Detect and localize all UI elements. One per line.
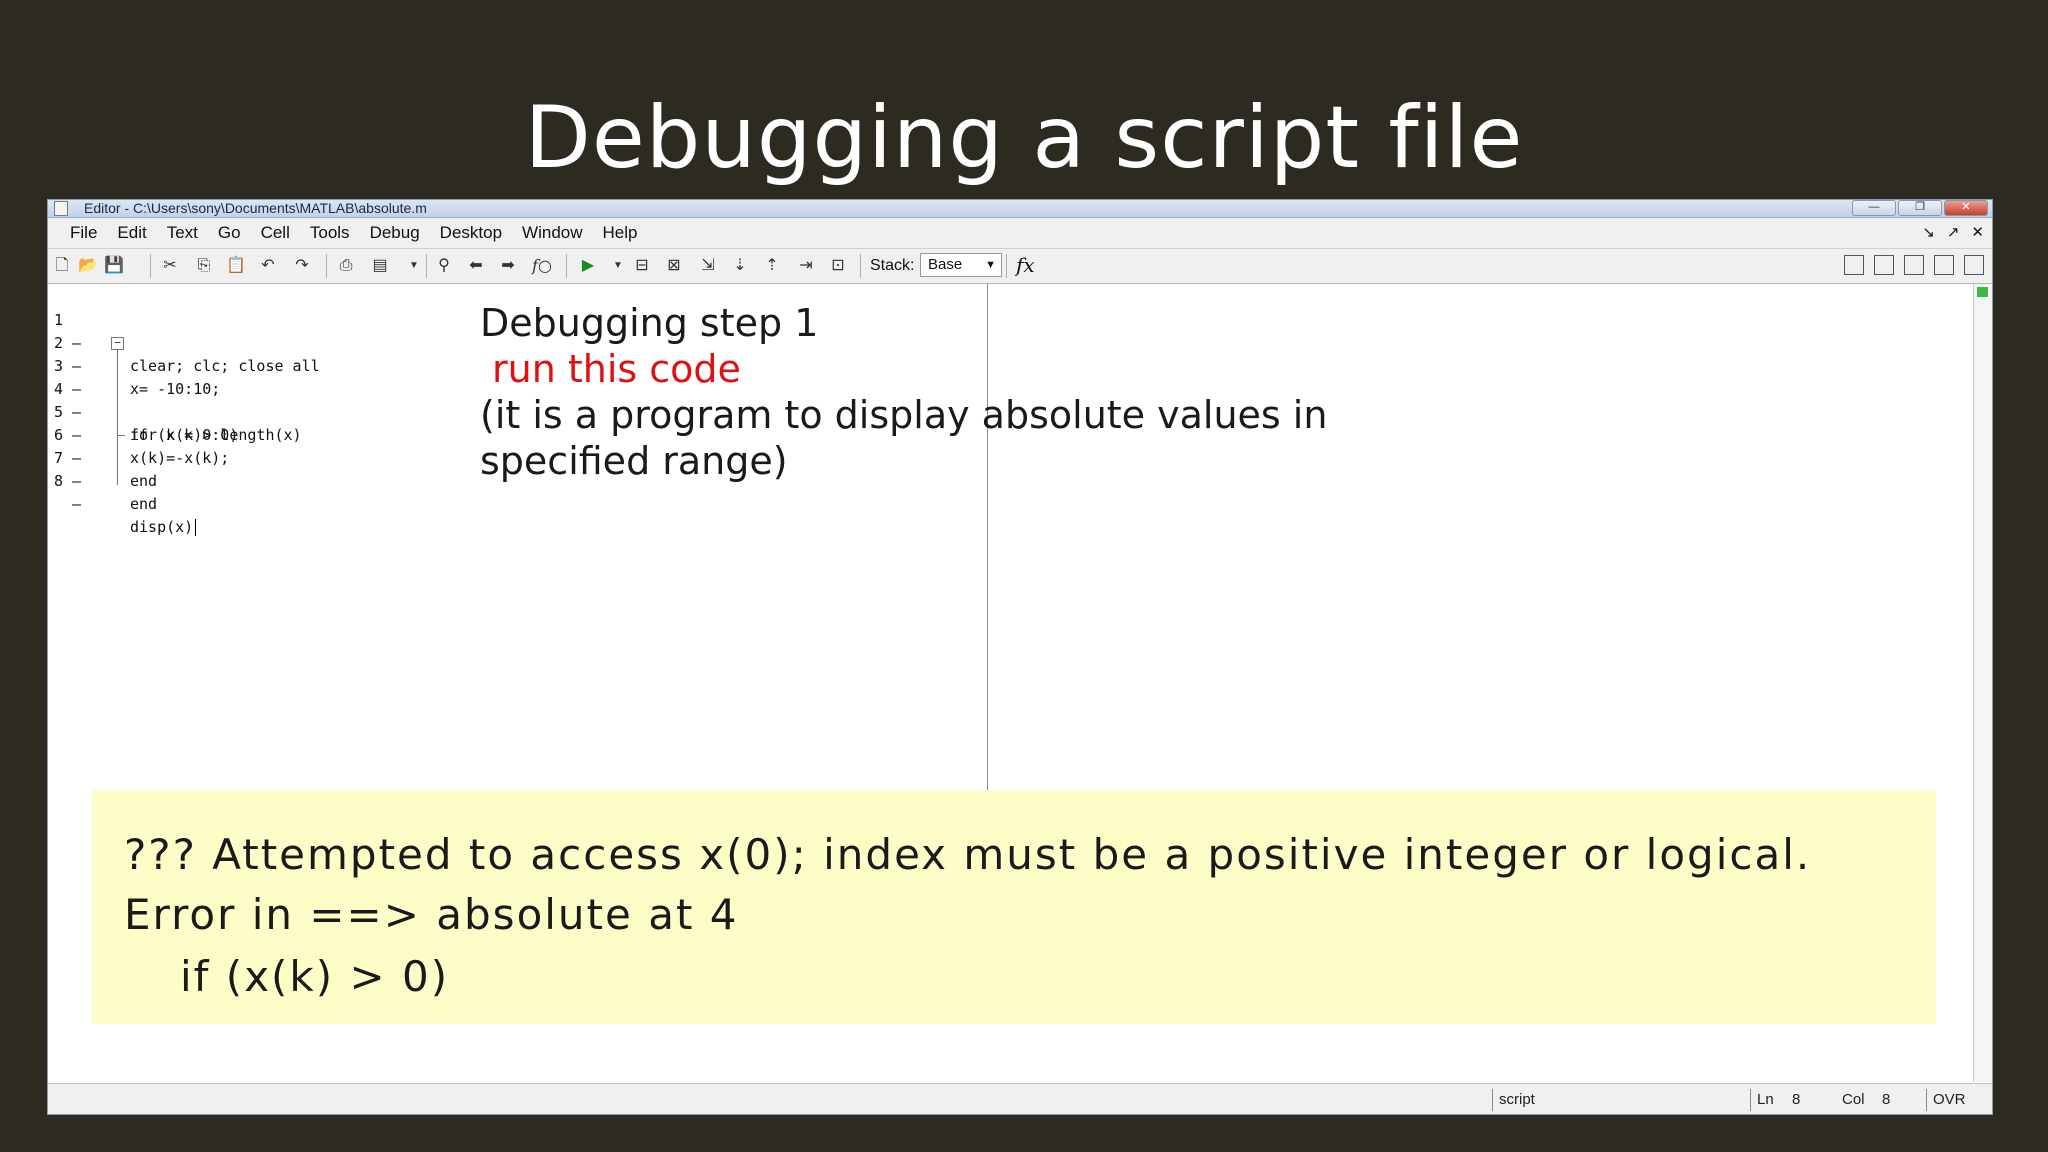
- code-line[interactable]: 4 – if (x(k)> 0): [48, 355, 238, 444]
- menu-text[interactable]: Text: [157, 223, 208, 243]
- undo-icon[interactable]: ↶: [258, 256, 278, 276]
- left-right-split-icon[interactable]: [1874, 255, 1894, 275]
- stack-select[interactable]: Base ▼: [920, 253, 1002, 277]
- menu-desktop[interactable]: Desktop: [430, 223, 512, 243]
- paste-icon[interactable]: 📋: [226, 256, 246, 276]
- tile-layout-icon[interactable]: [1844, 255, 1864, 275]
- code-text: x(k)=-x(k);: [130, 449, 230, 467]
- top-bottom-split-icon[interactable]: [1904, 255, 1924, 275]
- menu-file[interactable]: File: [60, 223, 107, 243]
- save-icon[interactable]: 💾: [104, 256, 124, 276]
- toolbar: 🗋 📂 💾 ✂ ⎘ 📋 ↶ ↷ ⎙ ▤ ▼ ⚲ ⬅ ➡ f○ ▶ ▼ ⊟ ⊠ ⇲…: [48, 249, 1992, 284]
- undock-arrow-icon[interactable]: ↘: [1922, 223, 1935, 241]
- code-line[interactable]: 1 – clear; clc; close all: [48, 286, 320, 375]
- print-options-icon[interactable]: ▤: [370, 256, 390, 276]
- code-text: disp(x): [130, 516, 197, 539]
- copy-icon[interactable]: ⎘: [194, 256, 214, 276]
- menu-tools[interactable]: Tools: [300, 223, 360, 243]
- slide-title: Debugging a script file: [524, 88, 1524, 188]
- line-number: 8: [54, 472, 64, 490]
- menu-debug[interactable]: Debug: [360, 223, 430, 243]
- note-action: run this code: [492, 347, 741, 391]
- chevron-down-icon: ▼: [985, 259, 996, 271]
- back-arrow-icon[interactable]: ⬅: [466, 256, 486, 276]
- open-folder-icon[interactable]: 📂: [78, 256, 98, 276]
- status-col-value: 8: [1882, 1091, 1891, 1108]
- scroll-indicator: [1977, 287, 1988, 297]
- close-button[interactable]: ✕: [1944, 200, 1988, 216]
- menu-cell[interactable]: Cell: [251, 223, 300, 243]
- clear-breakpoints-icon[interactable]: ⊠: [664, 256, 684, 276]
- code-line[interactable]: 2 – x= -10:10;: [48, 309, 220, 398]
- code-text: end: [130, 472, 158, 490]
- window-titlebar: Editor - C:\Users\sony\Documents\MATLAB\…: [48, 200, 1992, 218]
- code-text: clear; clc; close all: [130, 357, 320, 375]
- menu-window[interactable]: Window: [512, 223, 592, 243]
- status-mode: script: [1492, 1089, 1749, 1111]
- code-line[interactable]: 8 – disp(x): [48, 447, 197, 536]
- status-ln-label: Ln: [1750, 1089, 1797, 1111]
- find-binoculars-icon[interactable]: ⚲: [434, 256, 454, 276]
- note-description-line1: (it is a program to display absolute val…: [480, 393, 1328, 437]
- dock-arrow-icon[interactable]: ↗: [1947, 223, 1960, 241]
- run-dropdown-icon[interactable]: ▼: [608, 256, 628, 276]
- menu-edit[interactable]: Edit: [107, 223, 156, 243]
- code-text: if (x(k)> 0): [130, 426, 239, 444]
- step-out-icon[interactable]: ⇡: [762, 256, 782, 276]
- minimize-button[interactable]: —: [1852, 200, 1896, 216]
- debug-note: Debugging step 1 run this code (it is a …: [480, 300, 1520, 484]
- close-document-icon[interactable]: ✕: [1971, 223, 1984, 241]
- note-description-line2: specified range): [480, 439, 788, 483]
- step-icon[interactable]: ⇲: [698, 256, 718, 276]
- stack-select-value: Base: [928, 256, 963, 273]
- error-line-1: ??? Attempted to access x(0); index must…: [124, 830, 1812, 879]
- maximize-document-icon[interactable]: [1964, 255, 1984, 275]
- status-bar: script Ln 8 Col 8 OVR: [48, 1083, 1992, 1114]
- error-line-3: if (x(k) > 0): [180, 952, 450, 1001]
- new-file-icon[interactable]: 🗋: [52, 256, 72, 276]
- exit-debug-icon[interactable]: ⊡: [828, 256, 848, 276]
- menu-help[interactable]: Help: [593, 223, 648, 243]
- status-ln-value: 8: [1792, 1091, 1801, 1108]
- code-line[interactable]: 3 – − for k = 0:length(x): [48, 332, 302, 444]
- code-line[interactable]: 7 – end: [48, 424, 157, 513]
- cut-icon[interactable]: ✂: [160, 256, 180, 276]
- note-heading: Debugging step 1: [480, 301, 819, 345]
- step-in-icon[interactable]: ⇣: [730, 256, 750, 276]
- redo-icon[interactable]: ↷: [292, 256, 312, 276]
- vertical-scrollbar[interactable]: [1973, 284, 1992, 1082]
- code-line[interactable]: 6 – end: [48, 401, 157, 490]
- code-line[interactable]: 5 – x(k)=-x(k);: [48, 378, 229, 467]
- editor-document-icon: [54, 201, 68, 216]
- function-browser-icon[interactable]: f○: [532, 256, 552, 276]
- menu-bar: File Edit Text Go Cell Tools Debug Deskt…: [48, 218, 1992, 249]
- print-icon[interactable]: ⎙: [336, 256, 356, 276]
- run-icon[interactable]: ▶: [578, 256, 598, 276]
- continue-icon[interactable]: ⇥: [796, 256, 816, 276]
- status-col-label: Col: [1842, 1091, 1865, 1108]
- error-message-box: ??? Attempted to access x(0); index must…: [92, 790, 1936, 1024]
- restore-button[interactable]: ❐: [1898, 200, 1942, 216]
- error-line-2: Error in ==> absolute at 4: [124, 890, 739, 939]
- stack-label: Stack:: [870, 257, 915, 274]
- status-ovr: OVR: [1926, 1089, 1973, 1111]
- text-cursor: [195, 519, 197, 536]
- fx-icon[interactable]: fx: [1016, 253, 1035, 277]
- code-text: end: [130, 495, 158, 513]
- code-text: x= -10:10;: [130, 380, 221, 398]
- menu-go[interactable]: Go: [208, 223, 251, 243]
- window-title: Editor - C:\Users\sony\Documents\MATLAB\…: [84, 200, 427, 216]
- dropdown-arrow-icon[interactable]: ▼: [404, 256, 424, 276]
- set-breakpoint-icon[interactable]: ⊟: [632, 256, 652, 276]
- fold-guide: [117, 349, 118, 485]
- float-window-icon[interactable]: [1934, 255, 1954, 275]
- forward-arrow-icon[interactable]: ➡: [498, 256, 518, 276]
